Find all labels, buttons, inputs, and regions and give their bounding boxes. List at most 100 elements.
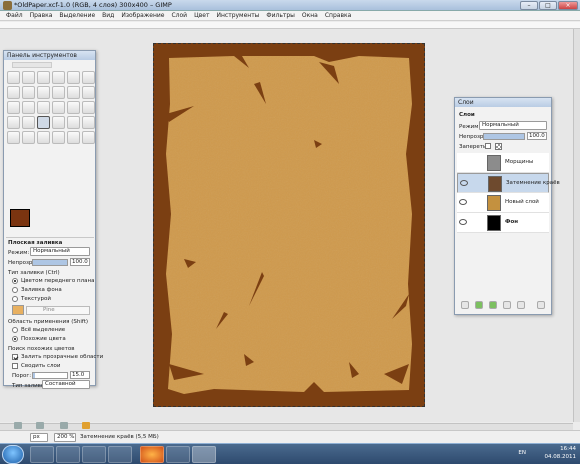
media-taskbar-icon[interactable] [82, 446, 106, 463]
menu-colors[interactable]: Цвет [194, 11, 209, 20]
foreground-select-tool-icon[interactable] [7, 86, 20, 99]
opacity-value[interactable]: 100.0 [70, 258, 90, 266]
fuzzy-select-tool-icon[interactable] [52, 71, 65, 84]
eraser-tool-icon[interactable] [7, 131, 20, 144]
color-select-tool-icon[interactable] [67, 71, 80, 84]
zoom-tool-icon[interactable] [52, 86, 65, 99]
new-layer-icon[interactable] [461, 301, 469, 309]
lower-layer-icon[interactable] [489, 301, 497, 309]
move-tool-icon[interactable] [82, 86, 95, 99]
foreground-color-swatch[interactable] [10, 209, 30, 227]
heal-tool-icon[interactable] [67, 131, 80, 144]
perspective-tool-icon[interactable] [82, 101, 95, 114]
layers-opacity-slider[interactable] [483, 133, 525, 140]
start-button[interactable] [2, 445, 24, 464]
ink-tool-icon[interactable] [37, 131, 50, 144]
lock-pixels-checkbox[interactable] [485, 143, 491, 149]
anchor-layer-icon[interactable] [517, 301, 525, 309]
duplicate-layer-icon[interactable] [503, 301, 511, 309]
gimp-taskbar-icon[interactable] [192, 446, 216, 463]
mode-select[interactable]: Нормальный [30, 247, 90, 256]
area-similar-radio[interactable] [12, 336, 18, 342]
maximize-button[interactable]: □ [539, 1, 557, 10]
explorer-taskbar-icon[interactable] [30, 446, 54, 463]
threshold-value[interactable]: 15.0 [70, 371, 90, 379]
smudge-tool-icon[interactable] [82, 131, 95, 144]
window-title: *OldPaper.xcf-1.0 (RGB, 4 слоя) 300x400 … [14, 1, 172, 9]
text-tool-icon[interactable] [22, 116, 35, 129]
opacity-slider[interactable] [32, 259, 68, 266]
layers-opacity-value[interactable]: 100.0 [527, 132, 547, 140]
menu-select[interactable]: Выделение [59, 11, 95, 20]
lock-alpha-icon[interactable] [495, 143, 502, 150]
airbrush-tool-icon[interactable] [22, 131, 35, 144]
menu-windows[interactable]: Окна [302, 11, 318, 20]
folder-taskbar-icon[interactable] [56, 446, 80, 463]
layer-row[interactable]: Фон [457, 213, 549, 233]
pattern-swatch[interactable] [12, 305, 24, 315]
delete-layer-icon[interactable] [537, 301, 545, 309]
layers-mode-select[interactable]: Нормальный [479, 121, 547, 130]
merged-checkbox[interactable] [12, 363, 18, 369]
transparent-checkbox[interactable] [12, 354, 18, 360]
layers-tab[interactable]: Слои [459, 112, 475, 118]
fill-fg-radio[interactable] [12, 278, 18, 284]
layer-row[interactable]: Новый слой [457, 193, 549, 213]
eye-icon[interactable] [460, 180, 468, 186]
menu-edit[interactable]: Правка [30, 11, 53, 20]
reset-options-icon[interactable] [82, 422, 90, 429]
scale-tool-icon[interactable] [52, 101, 65, 114]
language-indicator[interactable]: EN [518, 450, 526, 456]
rect-select-tool-icon[interactable] [7, 71, 20, 84]
paint-taskbar-icon[interactable] [166, 446, 190, 463]
paths-tool-icon[interactable] [22, 86, 35, 99]
area-selection-radio[interactable] [12, 327, 18, 333]
threshold-slider[interactable] [32, 372, 68, 379]
eye-icon[interactable] [459, 219, 467, 225]
shear-tool-icon[interactable] [67, 101, 80, 114]
save-options-icon[interactable] [14, 422, 22, 429]
firefox-taskbar-icon[interactable] [140, 446, 164, 463]
restore-options-icon[interactable] [36, 422, 44, 429]
menu-image[interactable]: Изображение [121, 11, 164, 20]
unit-select[interactable]: px [30, 433, 48, 442]
eye-icon[interactable] [459, 199, 467, 205]
paintbrush-tool-icon[interactable] [82, 116, 95, 129]
clone-tool-icon[interactable] [52, 131, 65, 144]
bucket-fill-tool-icon[interactable] [37, 116, 50, 129]
vertical-scrollbar[interactable] [573, 29, 580, 422]
color-picker-tool-icon[interactable] [37, 86, 50, 99]
fill-bg-radio[interactable] [12, 287, 18, 293]
menu-layer[interactable]: Слой [171, 11, 187, 20]
horizontal-ruler[interactable] [0, 22, 580, 29]
align-tool-icon[interactable] [7, 101, 20, 114]
layer-row-selected[interactable]: Затемнение краёв [457, 173, 560, 193]
pencil-tool-icon[interactable] [67, 116, 80, 129]
crop-tool-icon[interactable] [22, 101, 35, 114]
close-button[interactable]: × [558, 1, 578, 10]
delete-options-icon[interactable] [60, 422, 68, 429]
free-select-tool-icon[interactable] [37, 71, 50, 84]
wilber-drop-area[interactable] [12, 62, 52, 68]
rotate-tool-icon[interactable] [37, 101, 50, 114]
layer-row[interactable]: Морщины [457, 153, 549, 173]
fill-by-select[interactable]: Составной [42, 380, 90, 389]
scissors-tool-icon[interactable] [82, 71, 95, 84]
minimize-button[interactable]: – [520, 1, 538, 10]
clock-time[interactable]: 16:44 [560, 446, 576, 452]
menu-view[interactable]: Вид [102, 11, 114, 20]
ellipse-select-tool-icon[interactable] [22, 71, 35, 84]
image-canvas[interactable] [153, 43, 425, 407]
flip-tool-icon[interactable] [7, 116, 20, 129]
zoom-select[interactable]: 200 % [54, 433, 76, 442]
menu-file[interactable]: Файл [6, 11, 23, 20]
blend-tool-icon[interactable] [52, 116, 65, 129]
menu-help[interactable]: Справка [325, 11, 351, 20]
terminal-taskbar-icon[interactable] [108, 446, 132, 463]
raise-layer-icon[interactable] [475, 301, 483, 309]
fill-pattern-radio[interactable] [12, 296, 18, 302]
clock-date[interactable]: 04.08.2011 [545, 454, 577, 460]
menu-filters[interactable]: Фильтры [266, 11, 294, 20]
measure-tool-icon[interactable] [67, 86, 80, 99]
menu-tools[interactable]: Инструменты [216, 11, 259, 20]
